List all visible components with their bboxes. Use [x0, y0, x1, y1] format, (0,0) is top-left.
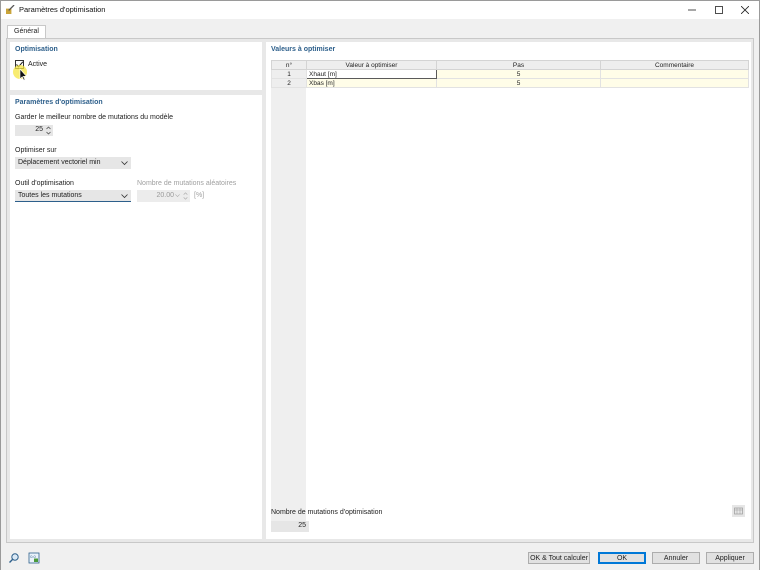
- window-title: Paramètres d'optimisation: [19, 5, 106, 14]
- mouse-cursor-icon: [13, 65, 28, 81]
- table-settings-icon: [734, 507, 743, 515]
- close-icon: [741, 6, 749, 14]
- svg-text:0.0: 0.0: [30, 554, 36, 559]
- spinner-arrows-icon[interactable]: [45, 125, 52, 136]
- minimize-icon: [688, 9, 696, 11]
- step-cell[interactable]: 5: [436, 69, 601, 79]
- random-mutations-unit: [%]: [194, 192, 205, 199]
- optimize-on-value: Déplacement vectoriel min: [18, 159, 101, 166]
- ok-button[interactable]: OK: [598, 552, 646, 564]
- keep-best-value: 25: [35, 126, 43, 133]
- optimize-on-select[interactable]: Déplacement vectoriel min: [15, 157, 131, 169]
- dialog-window: Paramètres d'optimisation Général Optimi…: [0, 0, 760, 570]
- close-button[interactable]: [732, 1, 758, 19]
- table-row[interactable]: 2 Xbas [m] 5: [271, 78, 749, 88]
- row-number-column: [271, 82, 306, 528]
- values-panel: Valeurs à optimiser n° Valeur à optimise…: [266, 42, 751, 539]
- optimisation-panel: Optimisation Active: [10, 42, 262, 90]
- mutations-count-value: 25: [298, 522, 306, 529]
- help-button[interactable]: [7, 551, 21, 565]
- random-mutations-value: 20.00: [156, 192, 174, 199]
- row-number: 2: [271, 78, 307, 88]
- units-button[interactable]: 0.0: [27, 551, 41, 565]
- comment-cell[interactable]: [600, 78, 749, 88]
- minimize-button[interactable]: [679, 1, 705, 19]
- search-icon: [9, 553, 19, 563]
- tab-content: Optimisation Active Paramètres d'optimis…: [6, 38, 754, 543]
- tab-strip: Général: [1, 19, 759, 39]
- apply-button[interactable]: Appliquer: [706, 552, 754, 564]
- cancel-button[interactable]: Annuler: [652, 552, 700, 564]
- tab-general[interactable]: Général: [7, 25, 46, 39]
- mutations-count-label: Nombre de mutations d'optimisation: [271, 509, 383, 516]
- tool-value: Toutes les mutations: [18, 192, 82, 199]
- table-row[interactable]: 1 Xhaut [m] 5: [271, 69, 749, 79]
- values-table: n° Valeur à optimiser Pas Commentaire 1 …: [271, 60, 749, 88]
- chevron-down-icon: [175, 194, 180, 197]
- comment-cell[interactable]: [600, 69, 749, 79]
- mutations-count-field: 25: [271, 521, 309, 532]
- units-icon: 0.0: [28, 552, 40, 564]
- value-cell[interactable]: Xbas [m]: [306, 78, 437, 88]
- table-settings-button[interactable]: [732, 505, 745, 517]
- column-header-value[interactable]: Valeur à optimiser: [306, 60, 437, 70]
- table-header-row: n° Valeur à optimiser Pas Commentaire: [271, 60, 749, 70]
- optimize-on-label: Optimiser sur: [15, 147, 57, 154]
- app-icon: [6, 5, 15, 14]
- optimisation-title: Optimisation: [15, 46, 58, 53]
- tool-label: Outil d'optimisation: [15, 180, 74, 187]
- parameters-title: Paramètres d'optimisation: [15, 99, 103, 106]
- title-bar: Paramètres d'optimisation: [1, 1, 759, 19]
- column-header-number[interactable]: n°: [271, 60, 307, 70]
- value-cell[interactable]: Xhaut [m]: [306, 69, 437, 79]
- keep-best-label: Garder le meilleur nombre de mutations d…: [15, 114, 173, 121]
- step-cell[interactable]: 5: [436, 78, 601, 88]
- column-header-comment[interactable]: Commentaire: [600, 60, 749, 70]
- bottom-bar: 0.0 OK & Tout calculer OK Annuler Appliq…: [1, 546, 759, 570]
- random-mutations-input[interactable]: 20.00: [137, 190, 190, 202]
- random-mutations-label: Nombre de mutations aléatoires: [137, 180, 237, 187]
- keep-best-spinner[interactable]: 25: [15, 125, 53, 136]
- values-title: Valeurs à optimiser: [271, 46, 336, 53]
- row-number: 1: [271, 69, 307, 79]
- ok-calculate-all-button[interactable]: OK & Tout calculer: [528, 552, 590, 564]
- active-label: Active: [28, 61, 48, 68]
- chevron-down-icon: [121, 194, 128, 199]
- spinner-arrows-icon[interactable]: [182, 191, 189, 201]
- parameters-panel: Paramètres d'optimisation Garder le meil…: [10, 95, 262, 539]
- maximize-icon: [715, 6, 723, 14]
- column-header-step[interactable]: Pas: [436, 60, 601, 70]
- chevron-down-icon: [121, 161, 128, 166]
- maximize-button[interactable]: [706, 1, 732, 19]
- tool-select[interactable]: Toutes les mutations: [15, 190, 131, 202]
